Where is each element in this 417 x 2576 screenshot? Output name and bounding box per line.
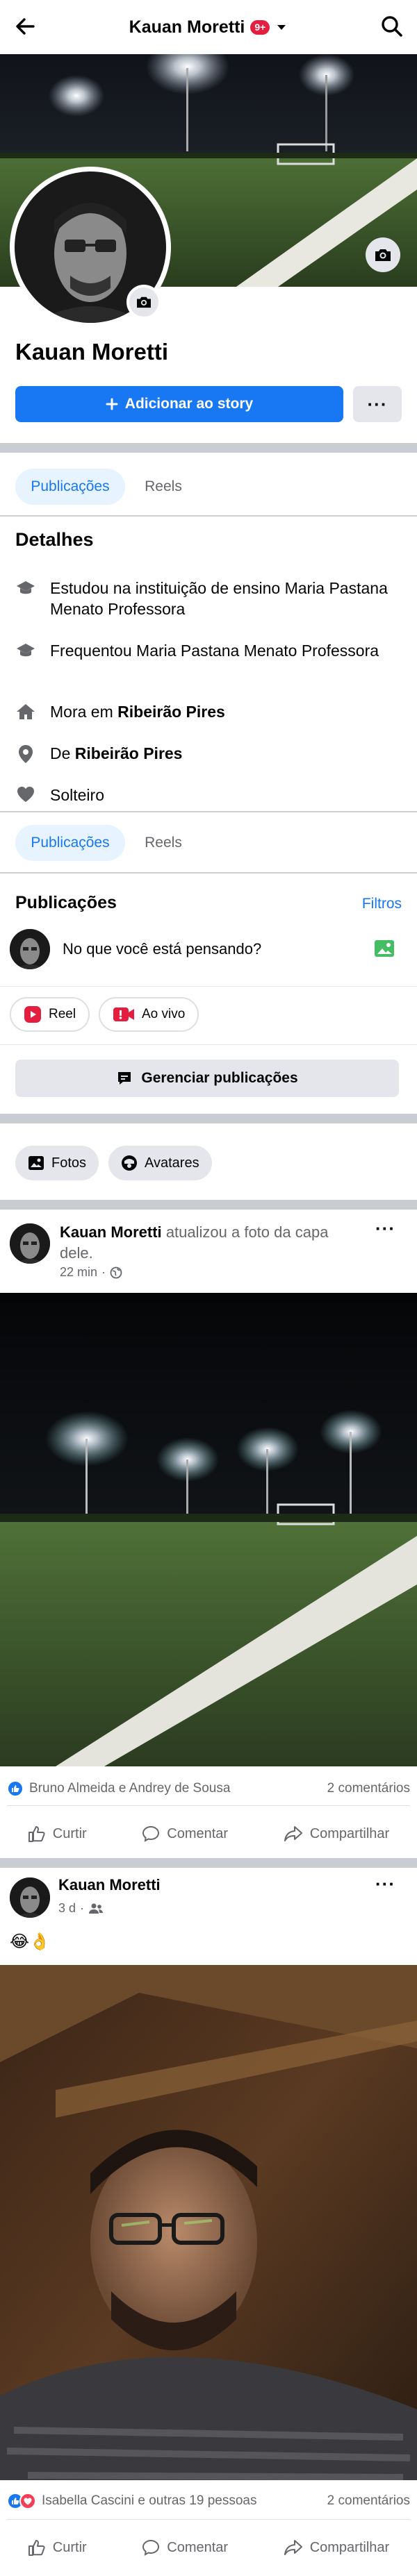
cover-camera-button[interactable] [366,237,400,272]
thumbs-up-icon [28,2540,45,2556]
post-time: 22 min [60,1265,98,1279]
post-action-bar: Curtir Comentar Compartilhar [0,2527,417,2568]
detail-lives-in: Mora em Ribeirão Pires [15,701,404,722]
top-bar: Kauan Moretti 9+ [0,0,417,54]
photo-icon[interactable] [374,939,395,958]
post-header-text: Kauan Moretti atualizou a foto da capa d… [60,1222,359,1264]
detail-education: Estudou na instituição de ensino Maria P… [15,578,404,619]
notification-badge: 9+ [250,19,270,35]
friends-icon [89,1903,104,1914]
search-icon[interactable] [379,14,404,39]
like-button[interactable]: Curtir [28,2539,87,2557]
detail-from: De Ribeirão Pires [15,743,404,764]
reel-icon [24,1006,41,1023]
page-title: Kauan Moretti [129,17,245,37]
post-reactions-row[interactable]: Isabella Cascini e outras 19 pessoas 2 c… [7,2493,410,2509]
like-reaction-icon [7,1780,24,1797]
share-button[interactable]: Compartilhar [284,1825,389,1843]
add-to-story-label: Adicionar ao story [124,396,254,412]
comment-icon [142,2539,160,2556]
chat-bubble-icon [118,1072,131,1085]
post-author-avatar[interactable] [10,1223,50,1264]
globe-icon [110,1266,122,1278]
tab-reels[interactable]: Reels [132,469,195,505]
section-divider [0,443,417,453]
section-divider [0,1200,417,1210]
post-options-icon[interactable]: ··· [375,1873,395,1895]
divider [0,515,417,517]
photos-chip[interactable]: Fotos [15,1146,99,1180]
manage-posts-button[interactable]: Gerenciar publicações [15,1060,399,1097]
tab-reels[interactable]: Reels [132,825,195,861]
composer-avatar [10,929,50,969]
reactions-text: Isabella Cascini e outras 19 pessoas [42,2493,257,2508]
chevron-down-icon [277,25,286,30]
post-action-bar: Curtir Comentar Compartilhar [0,1814,417,1854]
location-pin-icon [15,743,36,764]
love-reaction-icon [19,2493,36,2509]
divider [7,1805,410,1806]
post-image[interactable] [0,1965,417,2480]
share-button[interactable]: Compartilhar [284,2539,389,2557]
share-icon [284,2540,302,2555]
thumbs-up-icon [28,1826,45,1842]
share-icon [284,1826,302,1841]
comments-count[interactable]: 2 comentários [327,2493,410,2509]
divider [0,1044,417,1045]
divider [0,811,417,812]
education-icon [15,640,36,658]
profile-name: Kauan Moretti [15,339,169,365]
post-author[interactable]: Kauan Moretti [58,1876,161,1894]
like-button[interactable]: Curtir [28,1825,87,1843]
reactions-text: Bruno Almeida e Andrey de Sousa [29,1781,231,1796]
photos-icon [28,1156,44,1170]
home-icon [15,701,36,721]
tab-publicacoes[interactable]: Publicações [15,825,125,861]
post-image[interactable] [0,1293,417,1766]
heart-icon [15,785,36,803]
comments-count[interactable]: 2 comentários [327,1781,410,1796]
details-title: Detalhes [15,529,94,550]
post-author[interactable]: Kauan Moretti [60,1223,162,1241]
detail-relationship: Solteiro [15,785,404,805]
add-to-story-button[interactable]: Adicionar ao story [15,386,343,422]
avatar-camera-button[interactable] [126,285,161,319]
post-meta: 3 d · [58,1901,104,1916]
profile-switcher[interactable]: Kauan Moretti 9+ [0,15,417,39]
camera-icon [375,249,391,261]
avatar-icon [122,1155,137,1171]
live-video-icon [113,1007,134,1021]
detail-attended: Frequentou Maria Pastana Menato Professo… [15,640,404,661]
more-options-button[interactable]: ··· [353,386,402,422]
comment-icon [142,1825,160,1842]
composer-input[interactable]: No que você está pensando? [63,940,261,958]
filters-link[interactable]: Filtros [362,896,402,912]
avatars-chip[interactable]: Avatares [108,1146,212,1180]
plus-icon [106,398,118,410]
reel-chip[interactable]: Reel [10,997,90,1032]
divider [0,986,417,987]
post-reactions-row[interactable]: Bruno Almeida e Andrey de Sousa 2 coment… [7,1780,410,1797]
section-divider [0,1858,417,1868]
camera-icon [137,296,151,308]
post-author-avatar[interactable] [10,1877,50,1918]
post-meta: 22 min · [60,1265,122,1280]
post-time: 3 d [58,1901,76,1915]
posts-section-title: Publicações [15,893,117,912]
post-options-icon[interactable]: ··· [375,1218,395,1239]
comment-button[interactable]: Comentar [142,2539,228,2557]
tab-publicacoes[interactable]: Publicações [15,469,125,505]
post-body: 😂👌 [10,1932,50,1951]
education-icon [15,578,36,596]
section-divider [0,1114,417,1123]
divider [0,872,417,873]
live-chip[interactable]: Ao vivo [99,997,199,1032]
divider [7,2519,410,2520]
comment-button[interactable]: Comentar [142,1825,228,1843]
